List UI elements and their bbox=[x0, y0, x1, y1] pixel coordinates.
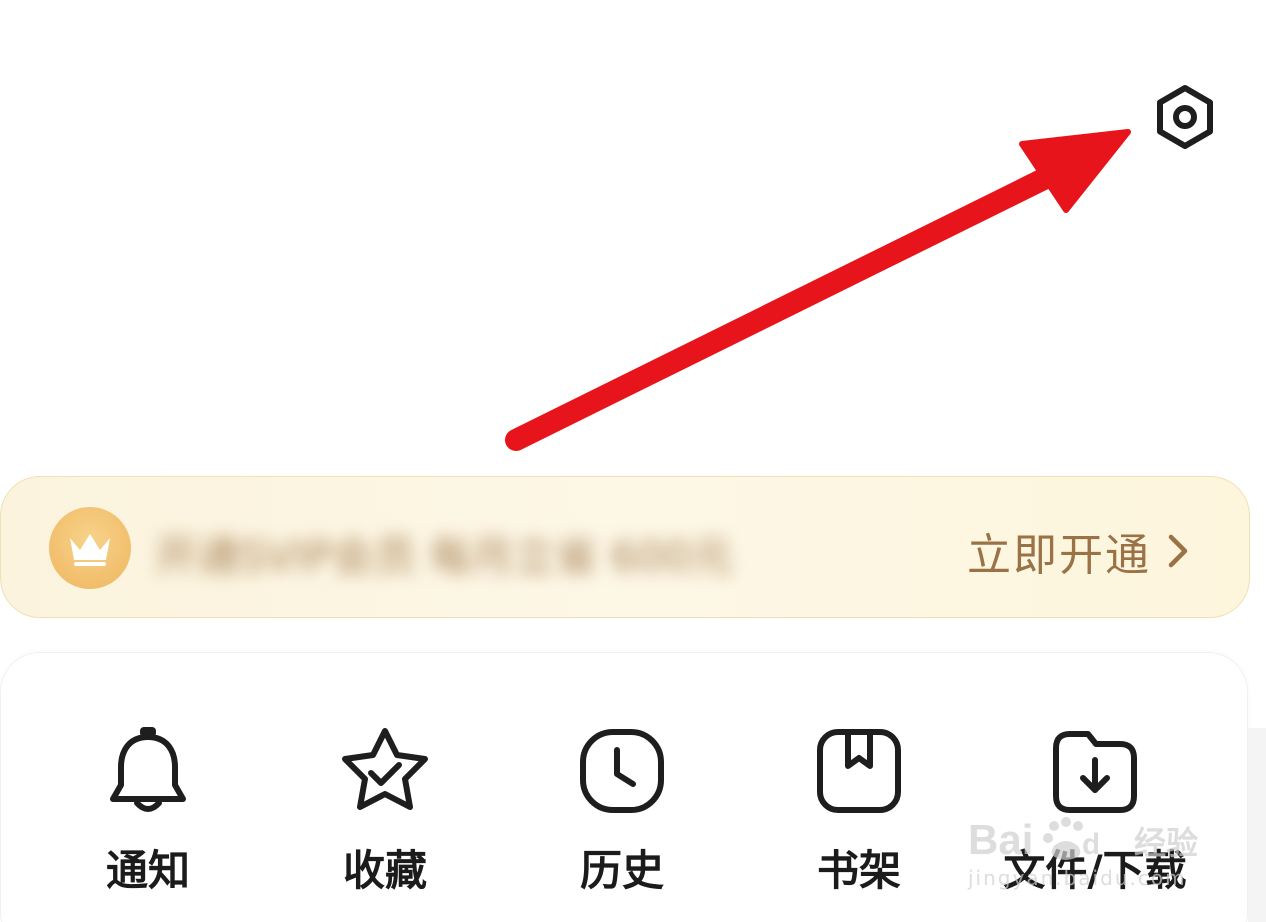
menu-item-history[interactable]: 历史 bbox=[542, 723, 702, 898]
crown-badge bbox=[49, 507, 131, 589]
vip-banner[interactable]: 开通SVIP会员 每月立省 600元 立即开通 bbox=[0, 476, 1250, 618]
profile-page: 开通SVIP会员 每月立省 600元 立即开通 通知 收藏 历史 书架 文件/下… bbox=[0, 0, 1266, 922]
menu-label-favorites: 收藏 bbox=[342, 846, 427, 895]
gear-icon bbox=[1157, 85, 1213, 149]
activate-now-button[interactable]: 立即开通 bbox=[967, 519, 1189, 583]
settings-button[interactable] bbox=[1148, 80, 1222, 154]
menu-item-downloads[interactable]: 文件/下载 bbox=[1003, 723, 1187, 898]
menu-label-notifications: 通知 bbox=[105, 846, 190, 895]
menu-item-bookshelf[interactable]: 书架 bbox=[779, 723, 939, 898]
menu-label-history: 历史 bbox=[579, 846, 664, 895]
crown-icon bbox=[70, 534, 110, 566]
menu-label-downloads: 文件/下载 bbox=[1003, 846, 1187, 895]
star-check-icon bbox=[342, 728, 428, 810]
bookmark-icon bbox=[817, 729, 901, 813]
menu-label-bookshelf: 书架 bbox=[816, 846, 901, 895]
download-folder-icon bbox=[1053, 731, 1137, 813]
activate-now-label: 立即开通 bbox=[967, 530, 1151, 581]
bell-icon bbox=[110, 727, 186, 812]
vip-promo-text: 开通SVIP会员 每月立省 600元 bbox=[155, 532, 733, 581]
quick-menu-card: 通知 收藏 历史 书架 文件/下载 bbox=[0, 652, 1248, 922]
menu-item-notifications[interactable]: 通知 bbox=[68, 723, 228, 898]
side-panel-edge bbox=[1248, 728, 1266, 922]
chevron-right-icon bbox=[1168, 534, 1188, 568]
menu-item-favorites[interactable]: 收藏 bbox=[305, 723, 465, 898]
clock-icon bbox=[580, 729, 664, 813]
